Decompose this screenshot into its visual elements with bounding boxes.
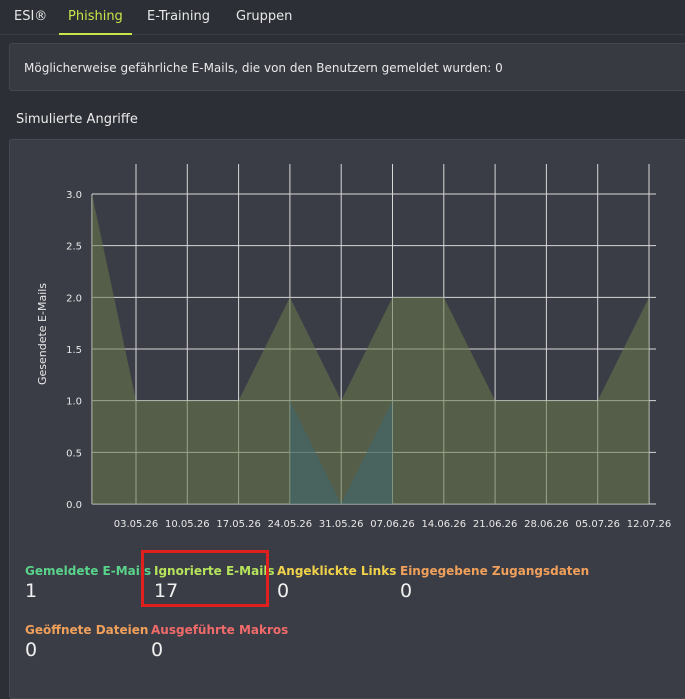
- x-tick-label: 07.06.26: [370, 519, 415, 530]
- x-tick-label: 21.06.26: [473, 519, 518, 530]
- x-tick-label: 05.07.26: [575, 519, 620, 530]
- x-tick-labels: 03.05.26 10.05.26 17.05.26 24.05.26 31.05.26…: [114, 519, 672, 530]
- x-tick-label: 03.05.26: [114, 519, 159, 530]
- y-tick-label: 1.5: [66, 345, 82, 356]
- y-tick-label: 3.0: [66, 190, 82, 201]
- stat-value: 0: [151, 639, 164, 661]
- y-tick-label: 1.0: [66, 397, 82, 408]
- stat-value: 0: [25, 639, 38, 661]
- stat-label: Ausgeführte Makros: [151, 623, 289, 637]
- stat-value: 0: [277, 580, 290, 602]
- stat-value: 0: [400, 580, 413, 602]
- stat-reported: Gemeldete E-Mails 1: [25, 564, 151, 602]
- y-tick-labels: 0.0 0.5 1.0 1.5 2.0 2.5 3.0: [66, 190, 82, 511]
- stat-macros: Ausgeführte Makros 0: [151, 623, 288, 661]
- stat-value: 1: [25, 580, 38, 602]
- x-tick-label: 10.05.26: [165, 519, 210, 530]
- x-tick-label: 17.05.26: [216, 519, 261, 530]
- x-tick-label: 12.07.26: [627, 519, 672, 530]
- x-tick-label: 28.06.26: [524, 519, 569, 530]
- y-tick-label: 2.5: [66, 242, 82, 253]
- y-tick-label: 0.5: [66, 448, 82, 459]
- stat-credentials: Eingegebene Zugangsdaten 0: [400, 564, 589, 602]
- y-axis-label: Gesendete E-Mails: [36, 283, 49, 385]
- stat-label: Geöffnete Dateien: [25, 623, 149, 637]
- stat-opened-files: Geöffnete Dateien 0: [25, 623, 148, 661]
- x-tick-label: 24.05.26: [268, 519, 313, 530]
- stat-label: Eingegebene Zugangsdaten: [400, 564, 590, 578]
- x-tick-label: 14.06.26: [422, 519, 467, 530]
- y-tick-label: 2.0: [66, 293, 82, 304]
- sent-emails-chart: 0.0 0.5 1.0 1.5 2.0 2.5 3.0 03.05.26 10.05.26 17…: [36, 164, 672, 530]
- x-tick-label: 31.05.26: [319, 519, 364, 530]
- stat-label: Gemeldete E-Mails: [25, 564, 152, 578]
- y-tick-label: 0.0: [66, 500, 82, 511]
- stat-clicked-links: Angeklickte Links 0: [277, 564, 396, 602]
- stat-label: Angeklickte Links: [277, 564, 397, 578]
- highlight-box: [141, 550, 269, 607]
